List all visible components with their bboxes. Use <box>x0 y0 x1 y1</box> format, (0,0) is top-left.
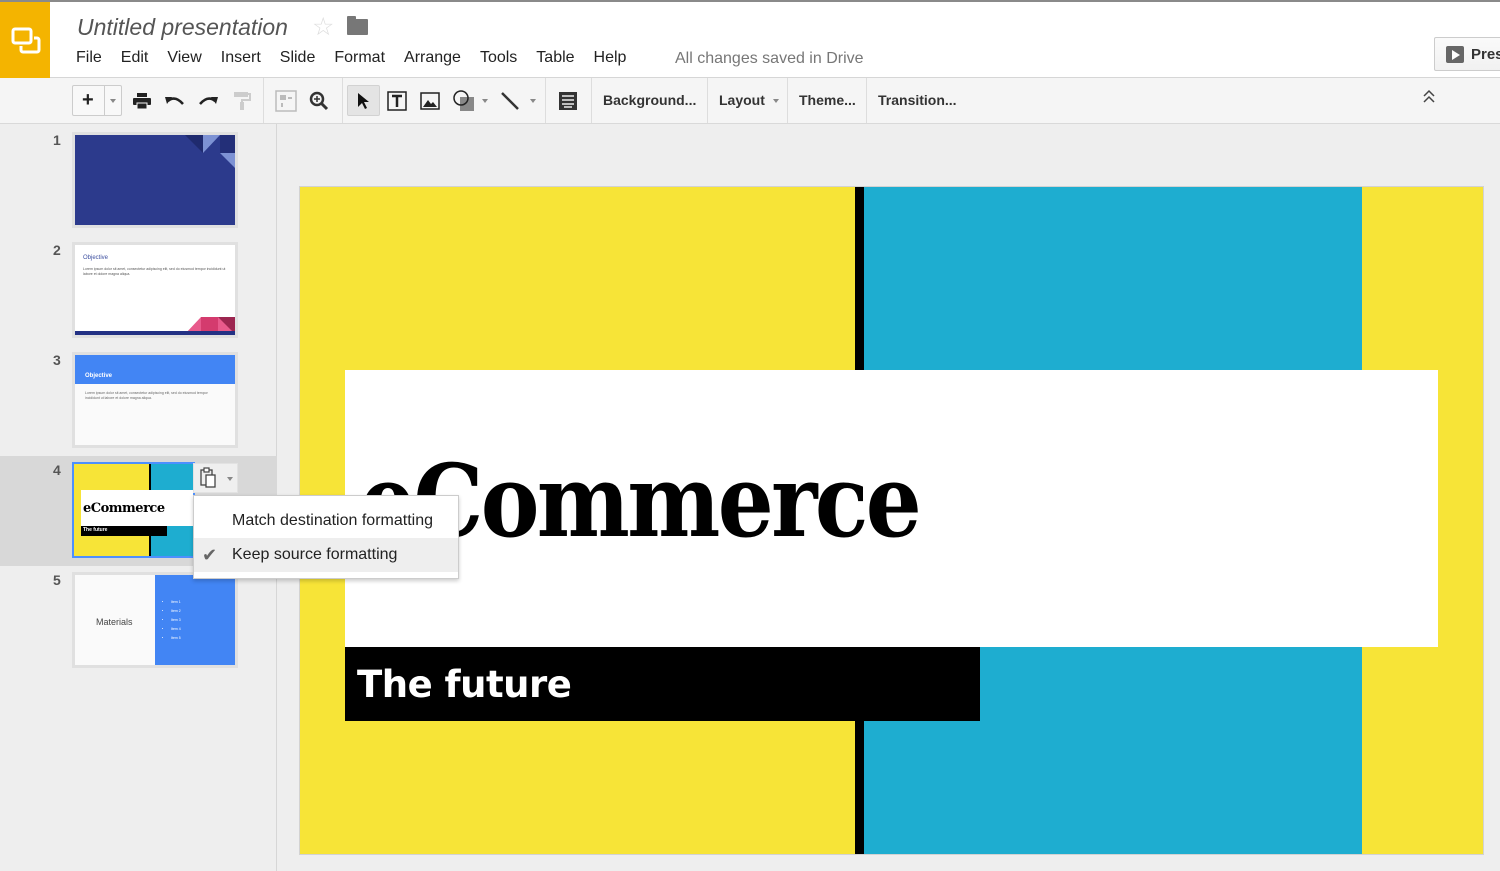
redo-icon[interactable] <box>197 85 219 116</box>
menu-help[interactable]: Help <box>594 49 627 67</box>
star-icon[interactable]: ☆ <box>312 12 334 42</box>
decorative-triangles <box>75 317 235 335</box>
black-divider <box>855 187 864 370</box>
paint-format-icon[interactable] <box>231 85 253 116</box>
menu-view[interactable]: View <box>167 49 201 67</box>
slide-number: 4 <box>53 462 61 478</box>
menu-item-label: Keep source formatting <box>232 546 398 563</box>
paste-options-menu: Match destination formatting ✔ Keep sour… <box>193 495 459 579</box>
collapse-icon[interactable] <box>1422 88 1436 109</box>
chevron-down-icon <box>482 98 488 103</box>
slide-number: 1 <box>53 132 61 148</box>
chevron-down-icon <box>530 98 536 103</box>
thumb-body: Lorem ipsum dolor sit amet, consectetur … <box>85 391 208 400</box>
chevron-down-icon <box>227 477 233 481</box>
menu-table[interactable]: Table <box>536 49 574 67</box>
slide-thumbnail-5[interactable]: Materials Item 1 Item 2 Item 3 Item 4 It… <box>72 572 238 668</box>
list-item: Item 4 <box>171 625 181 634</box>
play-icon <box>1446 46 1464 63</box>
shape-icon[interactable] <box>450 85 490 116</box>
slide-thumbnail-2[interactable]: Objective Lorem ipsum dolor sit amet, co… <box>72 242 238 338</box>
present-button[interactable]: Pres <box>1434 37 1500 71</box>
black-divider <box>855 721 864 854</box>
image-icon[interactable] <box>419 85 441 116</box>
menu-file[interactable]: File <box>76 49 102 67</box>
plus-icon: + <box>82 89 94 111</box>
blue-block <box>864 187 1362 370</box>
layout-button[interactable]: Layout <box>719 92 779 108</box>
decorative-triangles <box>185 135 235 168</box>
slide-number: 3 <box>53 352 61 368</box>
save-status[interactable]: All changes saved in Drive <box>675 50 864 68</box>
thumb-subtitle: The future <box>83 527 108 533</box>
paste-options-button[interactable] <box>193 463 238 493</box>
present-label: Pres <box>1471 46 1500 63</box>
slide-subtitle[interactable]: The future <box>357 663 572 706</box>
chevron-down-icon[interactable] <box>110 99 116 103</box>
text-box-icon[interactable] <box>385 85 409 116</box>
slide-thumbnail-4[interactable]: eCommerce The future <box>72 462 195 558</box>
layout-label: Layout <box>719 92 765 108</box>
chevron-down-icon <box>772 99 779 104</box>
new-slide-button[interactable]: + <box>72 85 122 116</box>
slide-number: 2 <box>53 242 61 258</box>
top-bar: Untitled presentation ☆ File Edit View I… <box>0 0 1500 78</box>
menu-item-label: Match destination formatting <box>232 512 433 529</box>
thumb-list: Item 1 Item 2 Item 3 Item 4 Item 5 <box>171 598 181 643</box>
clipboard-icon <box>200 467 216 488</box>
slide-canvas[interactable]: eCommerce The future <box>300 187 1483 854</box>
keep-source-formatting-option[interactable]: ✔ Keep source formatting <box>194 538 458 572</box>
checkmark-icon: ✔ <box>202 545 218 565</box>
zoom-icon[interactable] <box>308 85 330 116</box>
background-button[interactable]: Background... <box>603 92 696 108</box>
thumb-title: Materials <box>96 617 133 627</box>
zoom-fit-icon[interactable] <box>273 85 299 116</box>
menu-tools[interactable]: Tools <box>480 49 517 67</box>
line-icon[interactable] <box>496 85 540 116</box>
list-item: Item 5 <box>171 634 181 643</box>
presentation-title[interactable]: Untitled presentation <box>77 14 288 41</box>
slide-thumbnail-1[interactable] <box>72 132 238 228</box>
menu-arrange[interactable]: Arrange <box>404 49 461 67</box>
thumb-title: eCommerce <box>83 501 165 516</box>
transition-button[interactable]: Transition... <box>878 92 957 108</box>
slide-number: 5 <box>53 572 61 588</box>
list-item: Item 1 <box>171 598 181 607</box>
list-item: Item 3 <box>171 616 181 625</box>
match-destination-formatting-option[interactable]: Match destination formatting <box>194 504 458 538</box>
slides-logo[interactable] <box>0 2 50 78</box>
undo-icon[interactable] <box>164 85 186 116</box>
folder-icon[interactable] <box>347 16 368 35</box>
toolbar: + Background... Layout Theme... Transiti… <box>0 78 1500 124</box>
menu-edit[interactable]: Edit <box>121 49 149 67</box>
menu-slide[interactable]: Slide <box>280 49 316 67</box>
print-icon[interactable] <box>131 85 153 116</box>
menu-format[interactable]: Format <box>334 49 385 67</box>
slides-logo-icon <box>11 27 41 54</box>
select-icon[interactable] <box>347 85 380 116</box>
menu-bar: File Edit View Insert Slide Format Arran… <box>76 49 645 67</box>
theme-button[interactable]: Theme... <box>799 92 856 108</box>
menu-insert[interactable]: Insert <box>221 49 261 67</box>
thumb-title: Objective <box>85 373 113 379</box>
slide-thumbnail-3[interactable]: Objective Lorem ipsum dolor sit amet, co… <box>72 352 238 448</box>
speaker-notes-icon[interactable] <box>557 85 579 116</box>
list-item: Item 2 <box>171 607 181 616</box>
